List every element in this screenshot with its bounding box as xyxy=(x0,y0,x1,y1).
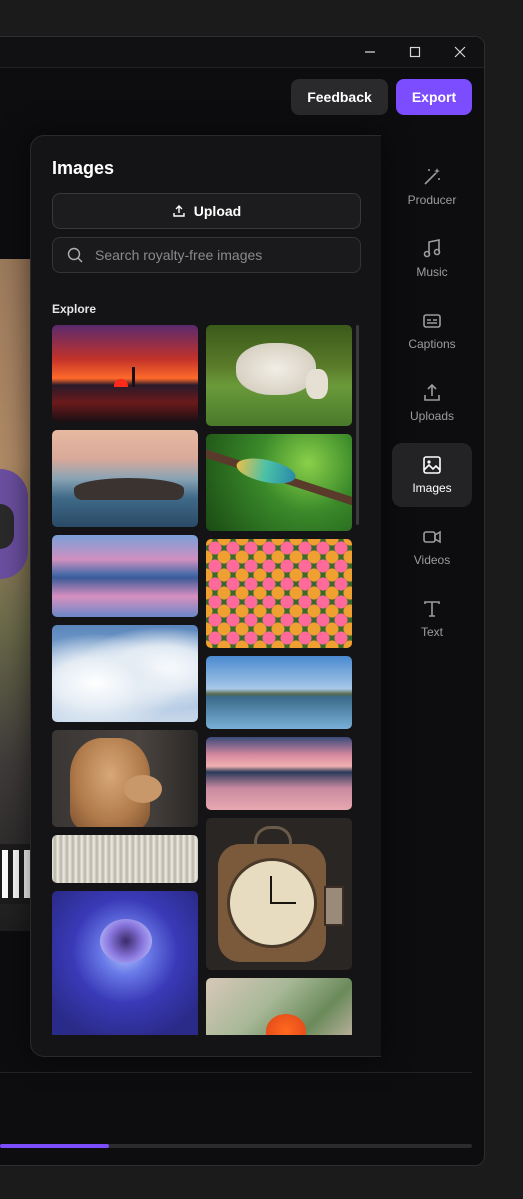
sidebar-item-label: Videos xyxy=(413,553,451,567)
search-icon xyxy=(67,247,83,263)
image-sunset-lighthouse[interactable] xyxy=(52,325,198,422)
minimize-button[interactable] xyxy=(348,37,392,67)
sidebar-item-label: Uploads xyxy=(409,409,455,423)
app-window: Feedback Export Images Upload Explore xyxy=(0,36,485,1166)
magic-wand-icon xyxy=(424,168,440,185)
image-blue-rose[interactable] xyxy=(52,891,198,1035)
timeline-progress-fill xyxy=(0,1144,109,1148)
sidebar-item-producer[interactable]: Producer xyxy=(392,155,472,219)
sidebar-item-label: Images xyxy=(412,481,452,495)
text-icon xyxy=(424,601,440,617)
image-alpaca[interactable] xyxy=(52,730,198,827)
image-chameleon-branch[interactable] xyxy=(206,434,352,531)
image-pink-lake-sunset[interactable] xyxy=(206,737,352,810)
minimize-icon xyxy=(365,51,375,53)
sidebar-item-images[interactable]: Images xyxy=(392,443,472,507)
upload-icon xyxy=(173,205,185,217)
video-camera-icon xyxy=(423,530,441,544)
export-button[interactable]: Export xyxy=(396,79,472,115)
upload-button[interactable]: Upload xyxy=(52,193,361,229)
grid-scrollbar[interactable] xyxy=(356,325,359,525)
sidebar-item-captions[interactable]: Captions xyxy=(392,299,472,363)
image-lake-mountains[interactable] xyxy=(206,656,352,729)
maximize-icon xyxy=(409,46,421,58)
title-bar xyxy=(0,37,484,68)
sidebar-item-label: Music xyxy=(416,265,448,279)
panel-title: Images xyxy=(52,158,115,178)
image-sheep-grazing[interactable] xyxy=(206,325,352,426)
image-lake-reflection-dusk[interactable] xyxy=(52,535,198,617)
sidebar-item-music[interactable]: Music xyxy=(392,227,472,291)
upload-label: Upload xyxy=(193,203,242,219)
images-panel: Images Upload Explore xyxy=(30,135,381,1057)
image-clouds-sky[interactable] xyxy=(52,625,198,722)
image-vintage-clock[interactable] xyxy=(206,818,352,970)
close-button[interactable] xyxy=(438,37,482,67)
sidebar-item-label: Producer xyxy=(407,193,457,207)
sidebar-item-uploads[interactable]: Uploads xyxy=(392,371,472,435)
image-abstract-symmetry[interactable] xyxy=(52,835,198,883)
captions-icon xyxy=(423,314,441,328)
upload-icon xyxy=(424,383,440,401)
explore-label: Explore xyxy=(52,302,97,316)
sidebar-item-label: Text xyxy=(420,625,443,639)
music-note-icon xyxy=(423,239,441,258)
image-rocky-island-sea[interactable] xyxy=(52,430,198,527)
preview-figure-detail xyxy=(0,504,14,549)
search-box[interactable] xyxy=(52,237,361,273)
search-input[interactable] xyxy=(93,246,347,264)
image-tulip-field[interactable] xyxy=(206,539,352,648)
image-orange-flower[interactable] xyxy=(206,978,352,1035)
image-icon xyxy=(423,456,441,474)
maximize-button[interactable] xyxy=(393,37,437,67)
close-icon xyxy=(454,46,466,58)
sidebar-item-text[interactable]: Text xyxy=(392,587,472,651)
timeline-progress[interactable] xyxy=(0,1144,472,1148)
image-grid[interactable] xyxy=(52,325,362,1035)
sidebar-item-videos[interactable]: Videos xyxy=(392,515,472,579)
timeline-divider xyxy=(0,1072,472,1073)
feedback-button[interactable]: Feedback xyxy=(291,79,388,115)
sidebar-item-label: Captions xyxy=(408,337,456,351)
